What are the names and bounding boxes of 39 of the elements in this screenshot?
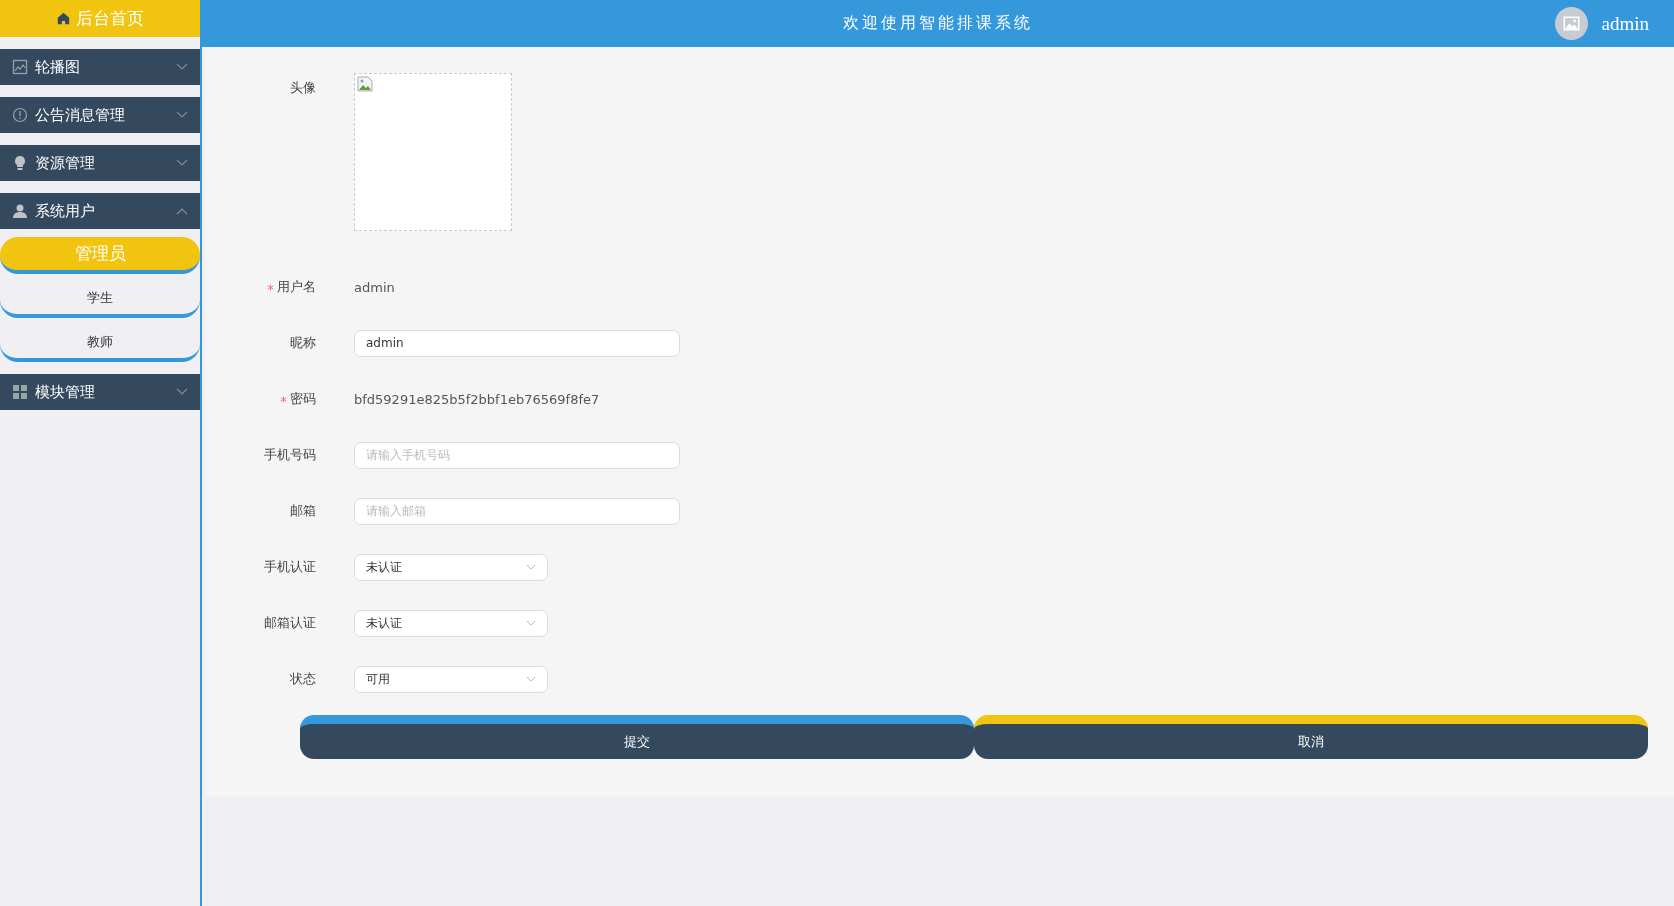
select-field[interactable]: 未认证 [354,553,548,581]
field-label: 手机号码 [264,446,316,464]
chevron-icon [526,564,536,570]
input-field[interactable]: admin [354,329,680,357]
info-icon [12,107,28,123]
input-field[interactable]: 请输入邮箱 [354,497,680,525]
chevron-icon [526,620,536,626]
user-icon [12,203,28,219]
field-value: bfd59291e825b5f2bbf1eb76569f8fe7 [354,391,600,407]
app-title: 欢迎使用智能排课系统 [843,13,1033,32]
sidebar-item[interactable]: 轮播图 [0,49,200,85]
sidebar-item[interactable]: 资源管理 [0,145,200,181]
submenu-item[interactable]: 教师 [0,325,200,362]
avatar-upload[interactable] [354,73,512,231]
image-icon [12,59,28,75]
field-value: admin [354,279,395,295]
input-field[interactable]: 请输入手机号码 [354,441,680,469]
field-label: 手机认证 [264,558,316,576]
select-field[interactable]: 可用 [354,665,548,693]
select-field[interactable]: 未认证 [354,609,548,637]
sidebar-item[interactable]: 系统用户 [0,193,200,229]
field-label: 昵称 [290,334,316,352]
field-label: 邮箱 [290,502,316,520]
home-icon [56,12,70,25]
lightbulb-icon [12,155,28,171]
chevron-icon [526,676,536,682]
field-label: 用户名 [277,278,316,296]
broken-image-icon [357,76,373,92]
field-label: 密码 [290,390,316,408]
avatar-icon [1554,7,1588,40]
field-label: 邮箱认证 [264,614,316,632]
sidebar-item[interactable]: 模块管理 [0,374,200,410]
sidebar-item[interactable]: 公告消息管理 [0,97,200,133]
submit-button[interactable]: 提交 [300,715,974,759]
cancel-button[interactable]: 取消 [974,715,1648,759]
grid-icon [12,384,28,400]
submenu-item[interactable]: 学生 [0,281,200,318]
field-label: 状态 [290,670,316,688]
field-label: 头像 [290,79,316,97]
